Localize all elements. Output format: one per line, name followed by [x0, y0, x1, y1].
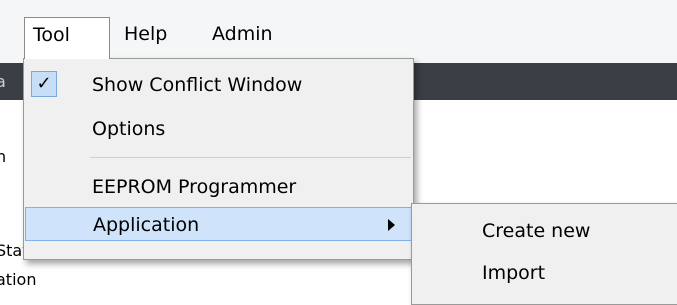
menu-item-label: Show Conflict Window: [92, 74, 303, 96]
background-label-4: ation: [0, 270, 37, 289]
menu-item-label: Create new: [482, 220, 591, 242]
chevron-right-icon: [388, 219, 395, 231]
check-icon: ✓: [31, 71, 57, 97]
menu-item-label: EEPROM Programmer: [92, 176, 297, 198]
menu-item-label: Application: [93, 214, 200, 236]
menu-item-options[interactable]: Options: [24, 112, 413, 146]
application-submenu: Create new Import: [411, 203, 677, 305]
menu-item-label: Import: [482, 262, 546, 284]
background-label-1: a: [0, 72, 6, 91]
menu-separator: [90, 157, 411, 158]
menu-tool[interactable]: Tool: [24, 17, 110, 59]
tool-dropdown-menu: ✓ Show Conflict Window Options EEPROM Pr…: [23, 58, 414, 260]
menu-help[interactable]: Help: [124, 17, 167, 51]
menu-item-label: Options: [92, 118, 166, 140]
menu-item-show-conflict-window[interactable]: ✓ Show Conflict Window: [24, 68, 413, 102]
menu-bar: Tool Help Admin: [0, 0, 677, 64]
background-label-2: n: [0, 147, 7, 166]
menu-item-create-new[interactable]: Create new: [412, 214, 677, 248]
menu-admin[interactable]: Admin: [212, 17, 273, 51]
menu-item-eeprom-programmer[interactable]: EEPROM Programmer: [24, 170, 413, 204]
menu-item-application[interactable]: Application: [25, 207, 412, 241]
menu-item-import[interactable]: Import: [412, 256, 677, 290]
